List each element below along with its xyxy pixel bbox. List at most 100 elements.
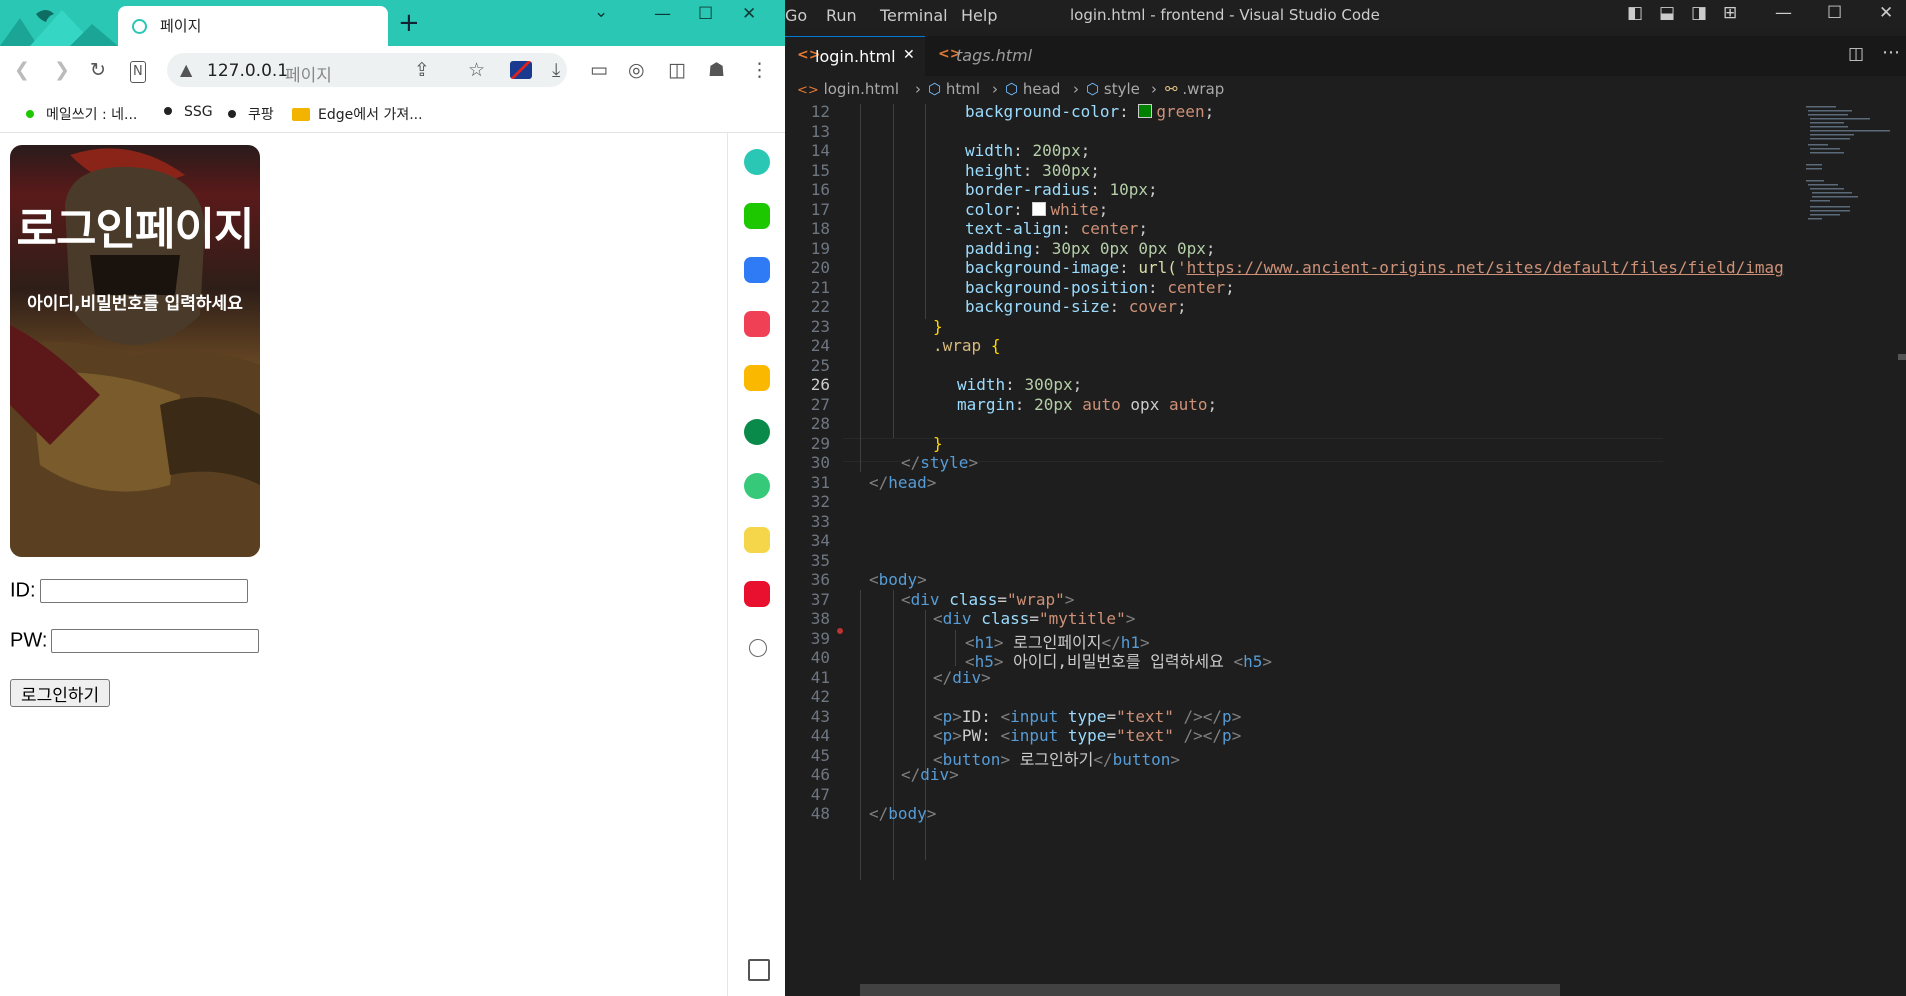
tag-bracket: </ — [1202, 707, 1223, 726]
breadcrumb-head[interactable]: ⬡ head — [1005, 80, 1060, 98]
close-window-icon[interactable]: ✕ — [742, 4, 756, 24]
breadcrumb-file[interactable]: <> login.html — [797, 80, 899, 98]
login-button[interactable]: 로그인하기 — [10, 679, 111, 707]
attr-name: type — [1067, 726, 1107, 745]
split-view-icon[interactable]: ◫ — [668, 60, 686, 80]
bookmark-coupang[interactable]: 쿠팡 — [228, 104, 274, 124]
tag-bracket: </ — [869, 804, 889, 823]
tag-bracket: > — [1231, 707, 1242, 726]
editor-tabs: <> login.html ✕ <> tags.html ◫ ⋯ — [785, 36, 1906, 77]
breadcrumb-chevron-icon: › — [1073, 80, 1079, 98]
add-app-icon[interactable] — [749, 639, 767, 657]
maximize-icon[interactable]: ☐ — [698, 4, 713, 24]
code-line-20: background-image: url('https://www.ancie… — [965, 258, 1784, 277]
now-app-icon[interactable] — [744, 581, 770, 607]
tag-bracket: > — [1262, 652, 1272, 671]
bookmark-ssg[interactable]: SSG — [164, 104, 213, 120]
css-property: width — [957, 375, 1006, 394]
bookmark-edge-import[interactable]: Edge에서 가져... — [292, 104, 423, 124]
css-value: opx — [1130, 395, 1160, 414]
edge-sidebar — [727, 133, 785, 996]
line-number: 31 — [810, 472, 830, 492]
code-line-38: <div class="mytitle"> — [933, 609, 1135, 628]
profile-avatar-icon[interactable]: ☗ — [708, 60, 725, 80]
code-line-37: <div class="wrap"> — [901, 590, 1074, 609]
chart-app-icon[interactable] — [744, 419, 770, 445]
menu-go[interactable]: Go — [785, 6, 807, 25]
color-swatch-green[interactable] — [1138, 104, 1153, 118]
download-icon[interactable]: ⤓ — [552, 60, 560, 80]
translate-flag-icon[interactable] — [510, 61, 532, 79]
share-icon[interactable]: ⇪ — [414, 60, 430, 80]
minimap[interactable] — [1800, 104, 1896, 996]
toggle-primary-sidebar-icon[interactable]: ◧ — [1627, 3, 1643, 23]
minimize-icon[interactable]: — — [1775, 3, 1792, 23]
maximize-icon[interactable]: ☐ — [1827, 3, 1842, 23]
menu-terminal[interactable]: Terminal — [880, 6, 948, 25]
tag-name: body — [888, 804, 927, 823]
tag-bracket: > — [1231, 726, 1242, 745]
tab-list-chevron-icon[interactable]: ⌄ — [594, 2, 608, 22]
insecure-warning-icon[interactable]: ▲ — [180, 60, 192, 79]
css-string-quote: ' — [1176, 258, 1187, 277]
split-editor-icon[interactable]: ◫ — [1848, 44, 1864, 64]
id-input[interactable] — [39, 579, 248, 603]
tab-login-html[interactable]: <> login.html ✕ — [785, 36, 925, 77]
toggle-secondary-sidebar-icon[interactable]: ◨ — [1691, 3, 1707, 23]
screenshot-icon[interactable]: ◎ — [628, 60, 645, 80]
tab-strip: 페이지 + ⌄ — ☐ ✕ — [0, 0, 785, 46]
breadcrumb-chevron-icon: › — [915, 80, 921, 98]
play-app-icon[interactable] — [744, 473, 770, 499]
forward-icon[interactable]: ❯ — [54, 60, 70, 80]
open-external-icon[interactable] — [748, 959, 770, 981]
customize-layout-icon[interactable]: ⊞ — [1723, 3, 1737, 23]
notification-app-icon[interactable] — [744, 203, 770, 229]
close-window-icon[interactable]: ✕ — [1879, 3, 1893, 23]
page-content: 로그인페이지 아이디,비밀번호를 입력하세요 ID: PW: 로그인하기 — [0, 133, 727, 996]
attr-value: "text" — [1116, 707, 1174, 726]
toggle-panel-icon[interactable]: ⬓ — [1659, 3, 1675, 23]
css-url-link[interactable]: https://www.ancient-origins.net/sites/de… — [1187, 258, 1784, 277]
tab-title: 페이지 — [160, 17, 202, 35]
screen-capture-icon[interactable]: ▭ — [590, 60, 608, 80]
vertical-scrollbar[interactable] — [1898, 104, 1906, 996]
line-number: 17 — [810, 199, 830, 219]
new-tab-button[interactable]: + — [398, 10, 420, 36]
css-property: background-image — [965, 258, 1120, 277]
favorites-icon[interactable]: ☆ — [468, 60, 485, 80]
search-app-icon[interactable] — [744, 149, 770, 175]
breadcrumb-style[interactable]: ⬡ style — [1086, 80, 1140, 98]
reload-icon[interactable]: ↻ — [90, 60, 106, 80]
tag-bracket: > — [1170, 750, 1181, 769]
back-icon[interactable]: ❮ — [14, 60, 30, 80]
tag-bracket: < — [901, 590, 911, 609]
pocket-app-icon[interactable] — [744, 311, 770, 337]
pw-input[interactable] — [51, 629, 260, 653]
breadcrumb-html[interactable]: ⬡ html — [928, 80, 980, 98]
memo-app-icon[interactable] — [744, 527, 770, 553]
more-menu-icon[interactable]: ⋮ — [750, 60, 769, 80]
n-extension-icon[interactable]: N — [130, 61, 146, 83]
bookmark-label: 메일쓰기 : 네... — [46, 107, 138, 123]
close-tab-icon[interactable]: ✕ — [903, 47, 915, 63]
tab-active[interactable]: 페이지 — [118, 6, 388, 46]
address-bar[interactable]: ▲ 127.0.0.1 페이지 — [167, 53, 567, 87]
minimize-icon[interactable]: — — [654, 4, 671, 24]
breadcrumb: <> login.html › ⬡ html › ⬡ head › ⬡ styl… — [785, 78, 1906, 104]
code-line-19: padding: 30px 0px 0px 0px; — [965, 239, 1215, 258]
tab-tags-html[interactable]: <> tags.html — [926, 36, 1066, 76]
line-number: 43 — [810, 706, 830, 726]
code-editor[interactable]: 12 13 14 15 16 17 18 19 20 21 22 23 24 25 26 27 28 29 30 31… — [785, 104, 1906, 996]
tools-app-icon[interactable] — [744, 257, 770, 283]
login-page-heading: 로그인페이지 — [16, 204, 255, 255]
menu-run[interactable]: Run — [826, 6, 857, 25]
horizontal-scrollbar[interactable] — [860, 984, 1560, 996]
css-property: text-align — [965, 219, 1062, 238]
text-node: ID: — [961, 707, 1001, 726]
color-swatch-white[interactable] — [1032, 202, 1047, 216]
more-actions-icon[interactable]: ⋯ — [1882, 42, 1900, 63]
bookmark-mail[interactable]: 메일쓰기 : 네... — [26, 104, 137, 124]
star-app-icon[interactable] — [744, 365, 770, 391]
breadcrumb-wrap[interactable]: ⚯ .wrap — [1165, 80, 1224, 98]
menu-help[interactable]: Help — [961, 6, 997, 25]
